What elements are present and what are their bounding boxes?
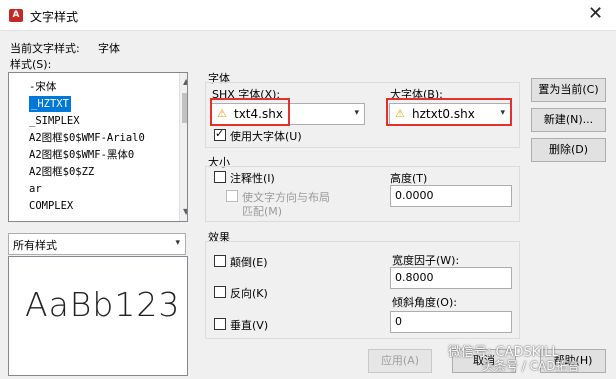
use-bigfont-label: 使用大字体(U) — [230, 130, 302, 143]
upside-down-label: 颠倒(E) — [230, 256, 268, 269]
title-bar: A 文字样式 ✕ — [0, 0, 616, 31]
upside-down-checkbox[interactable] — [214, 255, 226, 267]
style-filter-value: 所有样式 — [13, 239, 57, 252]
list-item[interactable]: A2图框$0$WMF-Arial0 — [29, 130, 145, 146]
highlight-box — [210, 98, 290, 126]
window-title: 文字样式 — [30, 10, 79, 24]
backwards-label: 反向(K) — [230, 287, 268, 300]
delete-button[interactable]: 删除(D) — [531, 138, 606, 162]
current-style-label: 当前文字样式: — [10, 42, 80, 55]
width-factor-input[interactable]: 0.8000 — [390, 267, 512, 289]
new-button[interactable]: 新建(N)... — [531, 108, 606, 132]
current-style-value: 字体 — [98, 42, 120, 55]
scroll-thumb[interactable] — [182, 93, 187, 123]
annotative-label: 注释性(I) — [230, 172, 275, 185]
watermark-line-2: 头条号 / CAD拓言 — [482, 359, 580, 373]
set-current-button[interactable]: 置为当前(C) — [531, 78, 606, 102]
list-item[interactable]: _SIMPLEX — [29, 113, 80, 129]
style-filter-select[interactable]: 所有样式 ▾ — [8, 233, 186, 255]
width-factor-label: 宽度因子(W): — [392, 254, 460, 267]
chevron-down-icon: ▾ — [175, 238, 180, 248]
list-item-selected[interactable]: _HZTXT — [29, 96, 71, 112]
match-orientation-label-2: 匹配(M) — [242, 205, 283, 218]
backwards-checkbox[interactable] — [214, 286, 226, 298]
list-item[interactable]: COMPLEX — [29, 198, 73, 214]
list-item[interactable]: ar — [29, 181, 42, 197]
highlight-box — [386, 98, 512, 126]
annotative-checkbox[interactable] — [214, 171, 226, 183]
height-input[interactable]: 0.0000 — [390, 185, 512, 207]
oblique-angle-input[interactable]: 0 — [390, 311, 512, 333]
close-icon[interactable]: ✕ — [588, 5, 603, 23]
scroll-down-icon[interactable]: ▼ — [183, 207, 187, 216]
vertical-label: 垂直(V) — [230, 319, 269, 332]
styles-label: 样式(S): — [10, 58, 52, 71]
list-item[interactable]: -宋体 — [29, 79, 56, 95]
styles-list[interactable]: -宋体 _HZTXT _SIMPLEX A2图框$0$WMF-Arial0 A2… — [8, 72, 188, 222]
apply-button[interactable]: 应用(A) — [368, 349, 432, 373]
chevron-down-icon: ▾ — [354, 108, 359, 118]
oblique-angle-label: 倾斜角度(O): — [392, 296, 457, 309]
match-orientation-checkbox[interactable] — [226, 190, 238, 202]
scroll-up-icon[interactable]: ▲ — [183, 77, 187, 86]
list-item[interactable]: A2图框$0$ZZ — [29, 164, 94, 180]
height-label: 高度(T) — [390, 172, 428, 185]
vertical-checkbox[interactable] — [214, 318, 226, 330]
styles-scrollbar[interactable]: ▲ ▼ — [179, 73, 187, 221]
preview-box: AaBb123 — [8, 256, 188, 376]
preview-text: AaBb123 — [25, 285, 181, 324]
app-icon: A — [9, 9, 23, 22]
list-item[interactable]: A2图框$0$WMF-黑体0 — [29, 147, 134, 163]
use-bigfont-checkbox[interactable] — [214, 127, 226, 141]
